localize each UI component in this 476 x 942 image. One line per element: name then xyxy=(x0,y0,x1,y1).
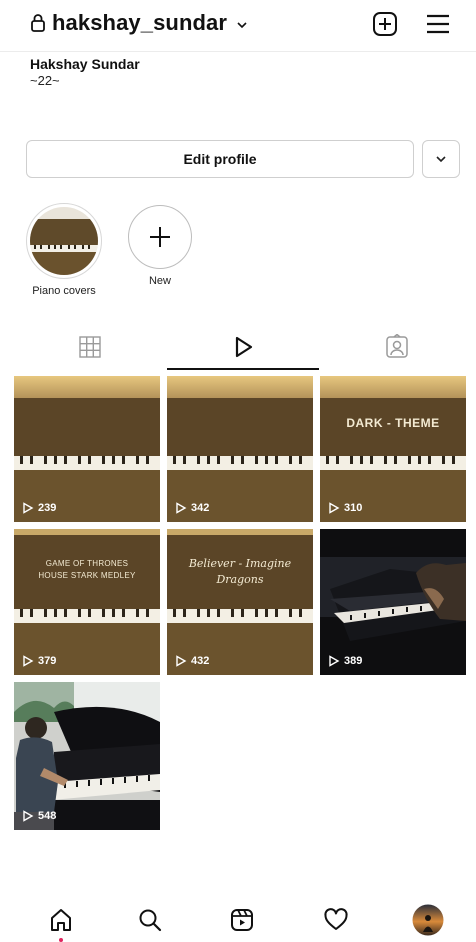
notification-dot xyxy=(59,938,63,942)
lock-icon xyxy=(31,14,45,32)
profile-avatar xyxy=(412,904,444,936)
reel-tile[interactable]: 342 xyxy=(167,376,313,522)
active-tab-indicator xyxy=(167,368,319,370)
view-count-value: 548 xyxy=(38,810,57,822)
reel-tile[interactable]: DARK - THEME 310 xyxy=(320,376,466,522)
profile-tabs xyxy=(0,323,476,371)
view-count-value: 379 xyxy=(38,655,57,667)
highlight-ring xyxy=(26,203,102,279)
reel-thumbnail xyxy=(14,529,160,675)
home-icon xyxy=(51,909,71,931)
header-divider xyxy=(0,51,476,52)
view-count: 379 xyxy=(22,655,56,667)
reel-title-overlay-line1: Believer - Imagine xyxy=(188,557,292,570)
tab-tagged[interactable] xyxy=(319,323,474,371)
play-icon xyxy=(329,655,340,667)
view-count-value: 239 xyxy=(38,502,57,514)
chevron-down-icon xyxy=(237,22,247,29)
search-icon xyxy=(139,909,162,932)
reel-tile[interactable]: Believer - Imagine Dragons 432 xyxy=(167,529,313,675)
reel-thumbnail xyxy=(167,376,313,522)
tab-reels[interactable] xyxy=(167,323,319,371)
reel-tile[interactable]: GAME OF THRONES HOUSE STARK MEDLEY 379 xyxy=(14,529,160,675)
view-count: 432 xyxy=(175,655,209,667)
highlight-piano-covers[interactable]: Piano covers xyxy=(24,203,104,297)
reels-icon xyxy=(231,909,253,931)
username: hakshay_sundar xyxy=(52,10,228,35)
menu-icon[interactable] xyxy=(424,10,452,38)
nav-reels[interactable] xyxy=(224,902,260,938)
reel-title-overlay-line1: GAME OF THRONES xyxy=(45,559,129,568)
view-count: 239 xyxy=(22,502,56,514)
new-highlight-button[interactable]: New xyxy=(126,203,194,287)
play-icon xyxy=(176,502,187,514)
view-count: 342 xyxy=(175,502,209,514)
suggested-people-toggle[interactable] xyxy=(422,140,460,178)
tagged-icon xyxy=(385,334,408,358)
view-count-value: 389 xyxy=(344,655,363,667)
nav-home[interactable] xyxy=(43,902,79,938)
highlight-cover-image xyxy=(30,207,98,275)
play-icon xyxy=(329,502,340,514)
play-icon xyxy=(23,810,34,822)
reel-title-overlay-line2: Dragons xyxy=(216,573,264,586)
view-count-value: 310 xyxy=(344,502,363,514)
reel-tile[interactable]: 389 xyxy=(320,529,466,675)
nav-search[interactable] xyxy=(132,902,168,938)
play-icon xyxy=(23,655,34,667)
nav-profile[interactable] xyxy=(410,902,446,938)
account-switcher[interactable]: hakshay_sundar xyxy=(30,10,249,36)
reels-play-icon xyxy=(235,336,253,358)
grid-icon xyxy=(78,336,101,358)
new-highlight-circle xyxy=(128,205,192,269)
profile-bio: ~22~ xyxy=(30,73,60,88)
heart-icon xyxy=(324,908,348,930)
tab-grid[interactable] xyxy=(12,323,167,371)
play-icon xyxy=(23,502,34,514)
reel-thumbnail xyxy=(167,529,313,675)
reel-title-overlay-line2: HOUSE STARK MEDLEY xyxy=(38,571,136,580)
top-bar: hakshay_sundar xyxy=(0,0,476,50)
reel-tile[interactable]: 548 xyxy=(14,682,160,830)
new-post-icon[interactable] xyxy=(371,10,399,38)
view-count: 548 xyxy=(22,810,56,822)
view-count: 389 xyxy=(328,655,362,667)
highlight-label: New xyxy=(148,275,171,287)
profile-name: Hakshay Sundar xyxy=(30,56,140,72)
nav-activity[interactable] xyxy=(318,902,354,938)
view-count: 310 xyxy=(328,502,362,514)
edit-profile-button[interactable]: Edit profile xyxy=(26,140,414,178)
chevron-down-icon xyxy=(436,156,446,163)
reel-thumbnail xyxy=(14,682,160,830)
view-count-value: 342 xyxy=(191,502,210,514)
play-icon xyxy=(176,655,187,667)
highlight-label: Piano covers xyxy=(32,285,96,297)
plus-icon xyxy=(150,227,170,247)
reel-tile[interactable]: 239 xyxy=(14,376,160,522)
reel-thumbnail xyxy=(320,529,466,675)
reel-thumbnail xyxy=(320,376,466,522)
reel-title-overlay: DARK - THEME xyxy=(346,416,440,430)
view-count-value: 432 xyxy=(191,655,210,667)
reel-thumbnail xyxy=(14,376,160,522)
bottom-navigation xyxy=(0,896,476,942)
